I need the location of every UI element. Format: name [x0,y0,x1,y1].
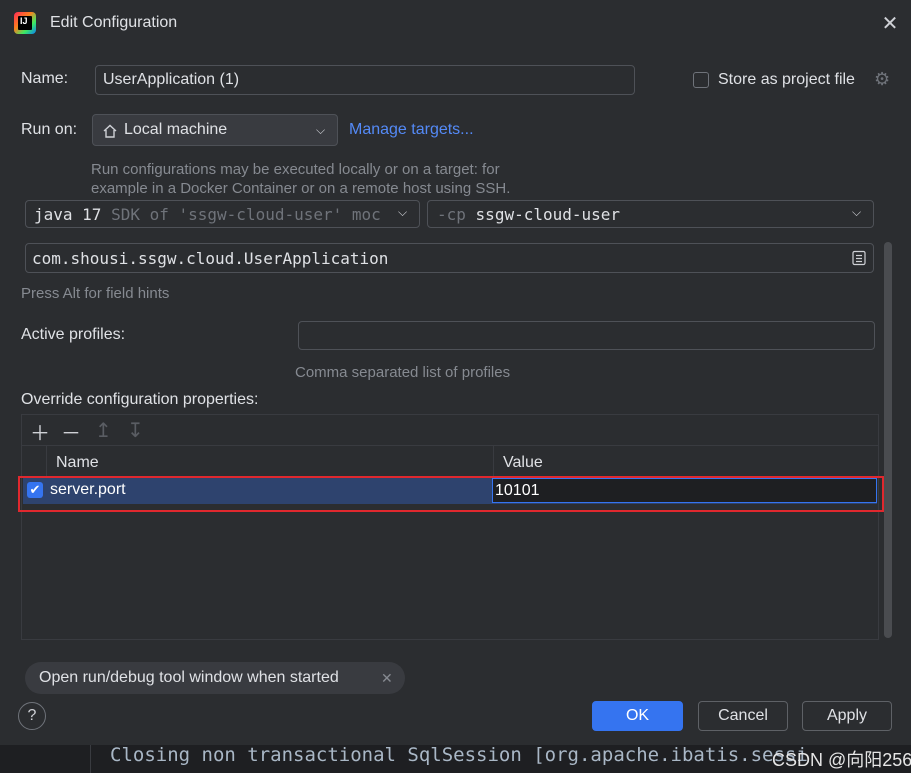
dialog-title: Edit Configuration [50,14,178,31]
help-button[interactable]: ? [18,702,46,730]
active-profiles-field[interactable] [298,321,875,350]
store-as-project-file-checkbox[interactable] [693,72,709,88]
run-on-select[interactable]: Local machine ⌵ [92,114,338,146]
store-as-project-file-label[interactable]: Store as project file [718,71,855,89]
plus-icon[interactable]: ＋ [30,417,50,446]
intellij-idea-icon: IJ [14,12,36,34]
column-divider [493,446,494,477]
option-chip-label: Open run/debug tool window when started [39,669,339,686]
apply-button[interactable]: Apply [802,701,892,731]
console-output-line: Closing non transactional SqlSession [or… [110,744,808,766]
close-icon[interactable]: ✕ [880,14,900,34]
close-icon[interactable]: ✕ [381,670,393,687]
cancel-button[interactable]: Cancel [698,701,788,731]
column-header-value[interactable]: Value [503,454,543,472]
highlight-box [18,476,884,512]
classpath-module-select[interactable]: -cp ssgw-cloud-user ⌵ [427,200,874,228]
run-on-hint-line2: example in a Docker Container or on a re… [91,180,511,197]
run-on-label: Run on: [21,121,78,138]
move-down-icon[interactable]: ↧ [127,418,144,443]
run-on-selected-value: Local machine [124,121,228,138]
chevron-down-icon: ⌵ [852,205,862,219]
move-up-icon[interactable]: ↥ [95,418,112,443]
browse-icon[interactable] [851,250,867,266]
chevron-down-icon: ⌵ [398,205,408,219]
main-class-field[interactable]: com.shousi.ssgw.cloud.UserApplication [25,243,874,273]
classpath-prefix: -cp [437,205,466,224]
ok-button[interactable]: OK [592,701,683,731]
jdk-select[interactable]: java 17 SDK of 'ssgw-cloud-user' moc ⌵ [25,200,420,228]
active-profiles-label: Active profiles: [21,326,126,343]
main-class-value: com.shousi.ssgw.cloud.UserApplication [32,249,389,268]
name-label: Name: [21,70,69,87]
gear-icon[interactable]: ⚙ [874,69,890,90]
name-field[interactable]: UserApplication (1) [95,65,635,95]
override-properties-table: ＋ － ↥ ↧ Name Value [21,414,879,640]
jdk-detail: SDK of 'ssgw-cloud-user' moc [111,205,381,224]
field-hints-text: Press Alt for field hints [21,285,170,302]
scrollbar[interactable] [884,242,892,638]
home-icon [103,124,117,138]
option-chip[interactable]: Open run/debug tool window when started … [25,662,405,694]
chevron-down-icon: ⌵ [316,123,326,137]
name-field-value: UserApplication (1) [103,71,240,88]
toolbar-divider [22,445,878,446]
edit-configuration-dialog: IJ Edit Configuration ✕ Name: UserApplic… [0,0,911,745]
active-profiles-hint: Comma separated list of profiles [295,364,511,381]
classpath-module: ssgw-cloud-user [475,205,621,224]
watermark: CSDN @向阳256 [772,750,911,770]
jdk-version: java 17 [34,205,102,224]
minus-icon[interactable]: － [61,417,81,446]
run-on-hint-line1: Run configurations may be executed local… [91,161,500,178]
manage-targets-link[interactable]: Manage targets... [349,121,474,139]
override-properties-label: Override configuration properties: [21,391,259,408]
column-divider [46,446,47,477]
column-header-name[interactable]: Name [56,454,99,472]
